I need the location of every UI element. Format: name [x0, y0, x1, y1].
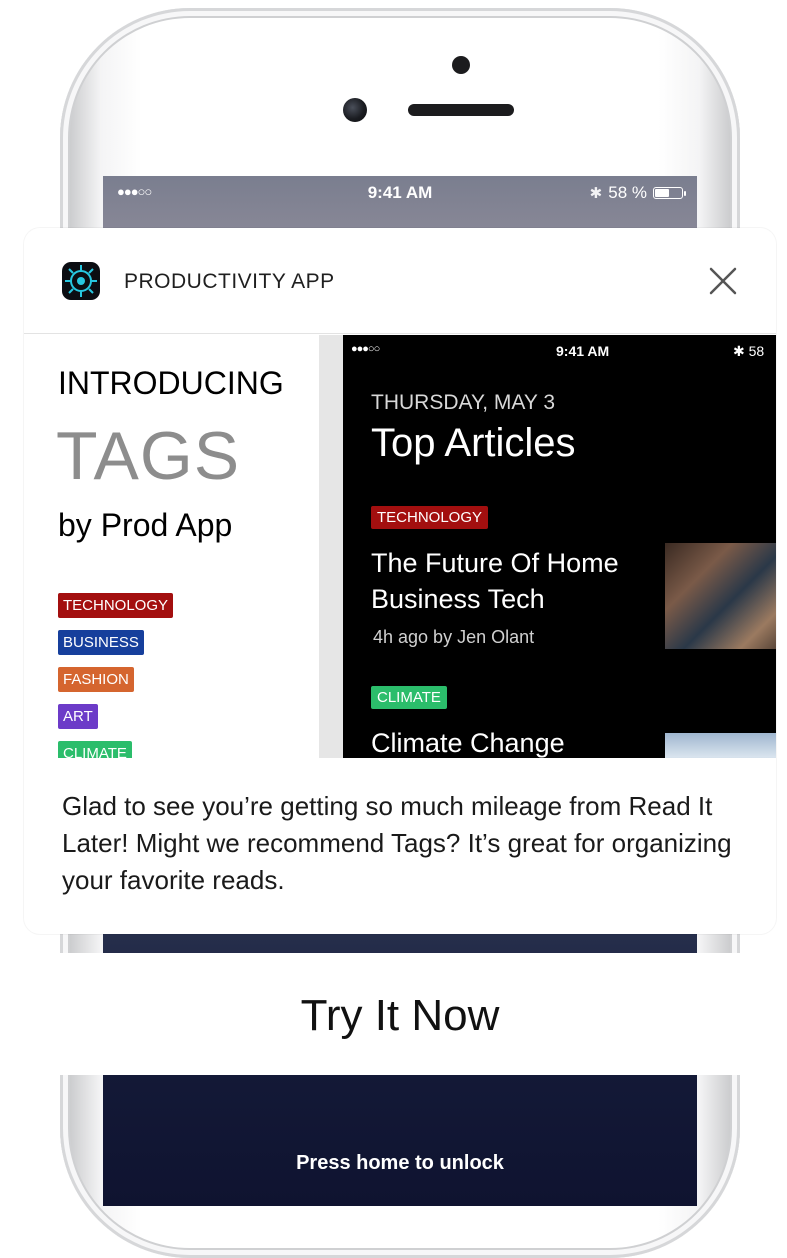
- app-icon: [62, 262, 100, 300]
- try-it-now-button[interactable]: Try It Now: [24, 953, 776, 1075]
- feed-title: Top Articles: [371, 421, 576, 465]
- article-thumbnail: [665, 733, 776, 758]
- article-meta: 4h ago by Jen Olant: [373, 627, 535, 647]
- tag-pill: FASHION: [58, 667, 134, 692]
- tag-pill: ART: [58, 704, 98, 729]
- notification-message: Glad to see you’re getting so much milea…: [62, 791, 732, 895]
- tag-pill: CLIMATE: [58, 741, 132, 758]
- notification-card[interactable]: PRODUCTIVITY APP INTRODUCING TAGS by Pro…: [24, 228, 776, 934]
- inner-battery-text: 58: [748, 343, 765, 359]
- inner-battery: ✱ 58: [733, 343, 764, 360]
- battery-fill: [655, 189, 670, 197]
- close-icon[interactable]: [706, 264, 740, 298]
- article-title: The Future Of Home Business Tech: [371, 548, 619, 614]
- tag-pill: TECHNOLOGY: [58, 593, 174, 618]
- battery-percent: 58 %: [608, 183, 647, 202]
- battery-icon: [653, 187, 686, 199]
- promo-intro: INTRODUCING: [58, 365, 284, 401]
- article-tag: CLIMATE: [371, 686, 447, 709]
- article-thumbnail: [665, 543, 776, 649]
- promo-byline: by Prod App: [58, 507, 233, 543]
- feed-date: THURSDAY, MAY 3: [371, 391, 555, 414]
- inner-signal-icon: ●●●○○: [351, 343, 380, 355]
- inner-status-bar: ●●●○○ 9:41 AM ✱ 58: [343, 335, 776, 365]
- inner-bluetooth-icon: ✱: [733, 343, 749, 359]
- notification-header: PRODUCTIVITY APP: [24, 228, 776, 334]
- action-label: Try It Now: [300, 991, 500, 1040]
- proximity-sensor: [452, 56, 470, 74]
- article-tag: TECHNOLOGY: [371, 506, 489, 529]
- earpiece-speaker: [408, 104, 514, 116]
- app-screenshot: ●●●○○ 9:41 AM ✱ 58 THURSDAY, MAY 3 Top A…: [343, 335, 776, 758]
- front-camera: [343, 98, 367, 122]
- tag-pill: BUSINESS: [58, 630, 144, 655]
- inner-time: 9:41 AM: [556, 343, 610, 359]
- tag-list: TECHNOLOGY BUSINESS FASHION ART CLIMATE: [58, 593, 174, 758]
- bluetooth-icon: ✱: [589, 185, 603, 202]
- promo-feature: TAGS: [56, 418, 241, 494]
- notification-preview-image[interactable]: INTRODUCING TAGS by Prod App TECHNOLOGY B…: [24, 335, 776, 758]
- article-title: Climate Change: [371, 728, 565, 758]
- promo-panel: INTRODUCING TAGS by Prod App TECHNOLOGY B…: [24, 335, 319, 758]
- preview-divider: [319, 335, 343, 758]
- status-right: ✱ 58 %: [589, 183, 686, 203]
- app-name: PRODUCTIVITY APP: [124, 270, 335, 293]
- unlock-prompt: Press home to unlock: [296, 1152, 504, 1174]
- status-bar: ●●●○○ 9:41 AM ✱ 58 %: [103, 176, 697, 210]
